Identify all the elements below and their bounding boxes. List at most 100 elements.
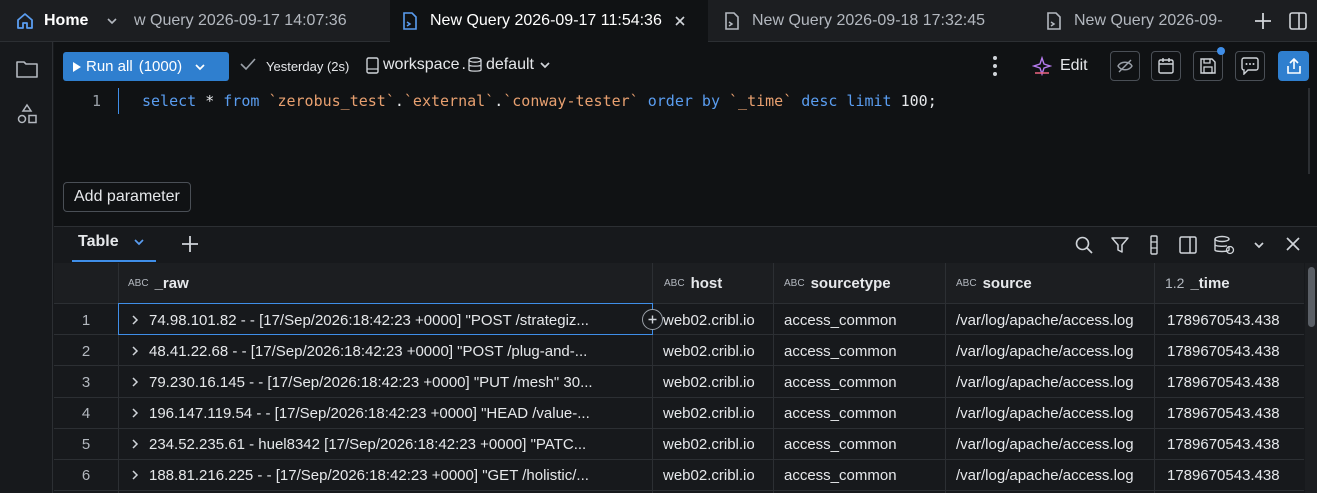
cell-host[interactable]: web02.cribl.io xyxy=(663,374,771,391)
cell-time[interactable]: 1789670543.438 xyxy=(1167,343,1301,360)
database-refresh-icon[interactable] xyxy=(1213,235,1235,255)
cell-raw[interactable]: 188.81.216.225 - - [17/Sep/2026:18:42:23… xyxy=(149,467,639,484)
cell-raw[interactable]: 48.41.22.68 - - [17/Sep/2026:18:42:23 +0… xyxy=(149,343,639,360)
chevron-right-icon[interactable] xyxy=(130,408,140,418)
edit-label: Edit xyxy=(1060,57,1088,74)
column-header-source[interactable]: ABC source xyxy=(956,263,1032,303)
tab-query-3[interactable]: New Query 2026-09-18 17:32:45 xyxy=(710,0,1030,42)
chevron-down-icon[interactable] xyxy=(1253,239,1265,251)
chevron-right-icon[interactable] xyxy=(130,315,140,325)
cell-host[interactable]: web02.cribl.io xyxy=(663,467,771,484)
chevron-down-icon[interactable] xyxy=(106,15,118,27)
cell-sourcetype[interactable]: access_common xyxy=(784,436,942,453)
tab-query-1[interactable]: w Query 2026-09-17 14:07:36 xyxy=(130,0,388,42)
edit-button[interactable]: Edit xyxy=(1032,56,1088,76)
column-options-icon[interactable] xyxy=(1148,235,1160,255)
folder-icon[interactable] xyxy=(16,59,38,79)
home-icon xyxy=(16,12,34,30)
cell-host[interactable]: web02.cribl.io xyxy=(663,343,771,360)
tab-query-2[interactable]: New Query 2026-09-17 11:54:36 xyxy=(390,0,708,42)
query-file-icon xyxy=(1046,12,1062,30)
cell-raw[interactable]: 196.147.119.54 - - [17/Sep/2026:18:42:23… xyxy=(149,405,639,422)
filter-icon[interactable] xyxy=(1110,235,1130,255)
save-button[interactable] xyxy=(1193,51,1223,81)
tab-home[interactable]: Home xyxy=(0,0,130,42)
close-icon[interactable] xyxy=(674,15,686,27)
cell-time[interactable]: 1789670543.438 xyxy=(1167,436,1301,453)
close-icon[interactable] xyxy=(1285,236,1301,252)
cell-source[interactable]: /var/log/apache/access.log xyxy=(956,436,1152,453)
new-tab-icon[interactable] xyxy=(1253,11,1273,31)
results-scrollbar-thumb[interactable] xyxy=(1308,267,1315,327)
cell-host[interactable]: web02.cribl.io xyxy=(663,405,771,422)
disable-cache-button[interactable] xyxy=(1110,51,1140,81)
cell-sourcetype[interactable]: access_common xyxy=(784,312,942,329)
add-parameter-button[interactable]: Add parameter xyxy=(63,182,191,212)
cell-source[interactable]: /var/log/apache/access.log xyxy=(956,405,1152,422)
sql-token: `conway-tester` xyxy=(503,92,639,110)
chevron-right-icon[interactable] xyxy=(130,377,140,387)
cell-raw[interactable]: 234.52.235.61 - huel8342 [17/Sep/2026:18… xyxy=(149,436,639,453)
cell-raw[interactable]: 79.230.16.145 - - [17/Sep/2026:18:42:23 … xyxy=(149,374,639,391)
cell-raw[interactable]: 74.98.101.82 - - [17/Sep/2026:18:42:23 +… xyxy=(149,312,639,329)
text-cursor xyxy=(118,88,119,114)
sparkle-edit-icon xyxy=(1032,56,1052,76)
more-options-icon[interactable] xyxy=(991,55,999,77)
chevron-down-icon[interactable] xyxy=(133,236,145,248)
catalog-schema-selector[interactable]: workspace . default xyxy=(366,56,551,74)
sql-token: desc limit xyxy=(801,92,892,110)
share-icon xyxy=(1285,57,1303,75)
chevron-right-icon[interactable] xyxy=(130,439,140,449)
run-options-chevron-icon[interactable] xyxy=(194,61,206,73)
row-number: 1 xyxy=(81,312,91,329)
sql-code-line[interactable]: select * from `zerobus_test`.`external`.… xyxy=(142,92,937,110)
column-header-time[interactable]: 1.2 _time xyxy=(1165,263,1230,303)
chevron-right-icon[interactable] xyxy=(130,346,140,356)
column-header-host[interactable]: ABC host xyxy=(664,263,722,303)
cell-source[interactable]: /var/log/apache/access.log xyxy=(956,467,1152,484)
share-button[interactable] xyxy=(1278,51,1309,81)
comments-button[interactable] xyxy=(1235,51,1265,81)
cell-time[interactable]: 1789670543.438 xyxy=(1167,467,1301,484)
panel-toggle-icon[interactable] xyxy=(1288,11,1308,31)
row-number: 2 xyxy=(81,343,91,360)
search-icon[interactable] xyxy=(1074,235,1094,255)
tab-table[interactable]: Table xyxy=(78,233,145,251)
tab-query-4[interactable]: New Query 2026-09- xyxy=(1032,0,1240,42)
shapes-icon[interactable] xyxy=(16,103,38,125)
cell-source[interactable]: /var/log/apache/access.log xyxy=(956,312,1152,329)
cell-time[interactable]: 1789670543.438 xyxy=(1167,312,1301,329)
tab-query-4-label: New Query 2026-09- xyxy=(1074,12,1223,29)
sql-token: order by xyxy=(647,92,720,110)
active-tab-underline xyxy=(72,260,156,262)
row-divider xyxy=(54,490,1304,491)
chevron-right-icon[interactable] xyxy=(130,470,140,480)
run-all-button[interactable]: Run all (1000) xyxy=(63,52,229,81)
cell-sourcetype[interactable]: access_common xyxy=(784,405,942,422)
cell-time[interactable]: 1789670543.438 xyxy=(1167,405,1301,422)
add-comment-icon[interactable] xyxy=(642,309,663,330)
add-visualization-icon[interactable] xyxy=(180,234,200,254)
cell-host[interactable]: web02.cribl.io xyxy=(663,436,771,453)
last-run-label: Yesterday (2s) xyxy=(266,59,350,74)
cell-sourcetype[interactable]: access_common xyxy=(784,343,942,360)
cell-source[interactable]: /var/log/apache/access.log xyxy=(956,374,1152,391)
calendar-icon xyxy=(1157,57,1175,75)
row-number: 4 xyxy=(81,405,91,422)
column-header-sourcetype[interactable]: ABC sourcetype xyxy=(784,263,891,303)
cell-time[interactable]: 1789670543.438 xyxy=(1167,374,1301,391)
cell-host[interactable]: web02.cribl.io xyxy=(663,312,771,329)
schedule-button[interactable] xyxy=(1151,51,1181,81)
side-panel-icon[interactable] xyxy=(1178,235,1198,255)
sql-token: `external` xyxy=(403,92,495,110)
editor-scrollbar[interactable] xyxy=(1308,88,1310,174)
column-header-raw[interactable]: ABC _raw xyxy=(128,263,189,303)
line-number: 1 xyxy=(92,92,102,110)
results-panel: Table ABC _raw ABC host ABC sourcetype A… xyxy=(54,226,1317,493)
row-divider xyxy=(54,459,1304,460)
cell-source[interactable]: /var/log/apache/access.log xyxy=(956,343,1152,360)
cell-sourcetype[interactable]: access_common xyxy=(784,374,942,391)
cell-sourcetype[interactable]: access_common xyxy=(784,467,942,484)
